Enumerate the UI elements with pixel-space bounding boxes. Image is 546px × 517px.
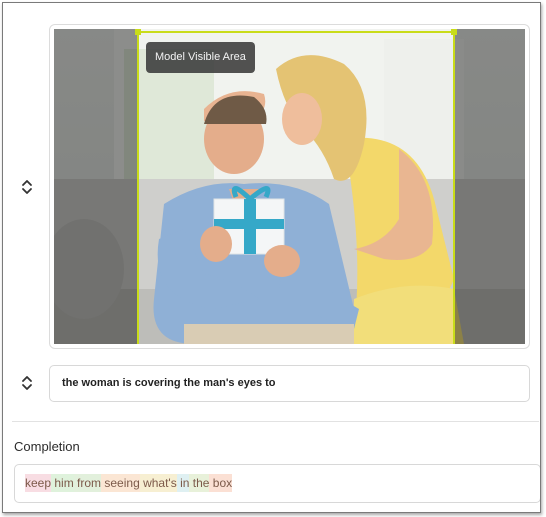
image-input-card: Model Visible Area bbox=[49, 24, 530, 349]
completion-token: box bbox=[209, 474, 233, 492]
image-row-reorder-handle[interactable] bbox=[15, 175, 39, 199]
completion-token: the bbox=[189, 474, 210, 492]
completion-token: in bbox=[176, 474, 190, 492]
prompt-text-input[interactable]: the woman is covering the man's eyes to bbox=[49, 365, 530, 402]
completion-token: from bbox=[73, 474, 102, 492]
masked-region-right bbox=[455, 29, 525, 344]
completion-token: seeing bbox=[101, 474, 140, 492]
model-visible-area-label: Model Visible Area bbox=[146, 42, 255, 73]
resize-handle-top-right[interactable] bbox=[451, 29, 457, 35]
prompt-row-reorder-handle[interactable] bbox=[15, 371, 39, 395]
completion-heading: Completion bbox=[14, 439, 80, 454]
chevron-up-down-icon bbox=[22, 180, 32, 194]
section-divider bbox=[12, 421, 539, 422]
masked-region-left bbox=[54, 29, 137, 344]
model-visible-area-frame[interactable] bbox=[135, 29, 457, 344]
completion-token: what's bbox=[139, 474, 177, 492]
completion-output: keep him from seeing what's in the box bbox=[14, 464, 540, 503]
completion-token: keep bbox=[25, 474, 52, 492]
completion-token: him bbox=[51, 474, 74, 492]
input-photo: Model Visible Area bbox=[54, 29, 525, 344]
chevron-up-down-icon bbox=[22, 376, 32, 390]
resize-handle-top-left[interactable] bbox=[135, 29, 141, 35]
window-frame: Model Visible Area the woman is covering… bbox=[2, 2, 541, 513]
